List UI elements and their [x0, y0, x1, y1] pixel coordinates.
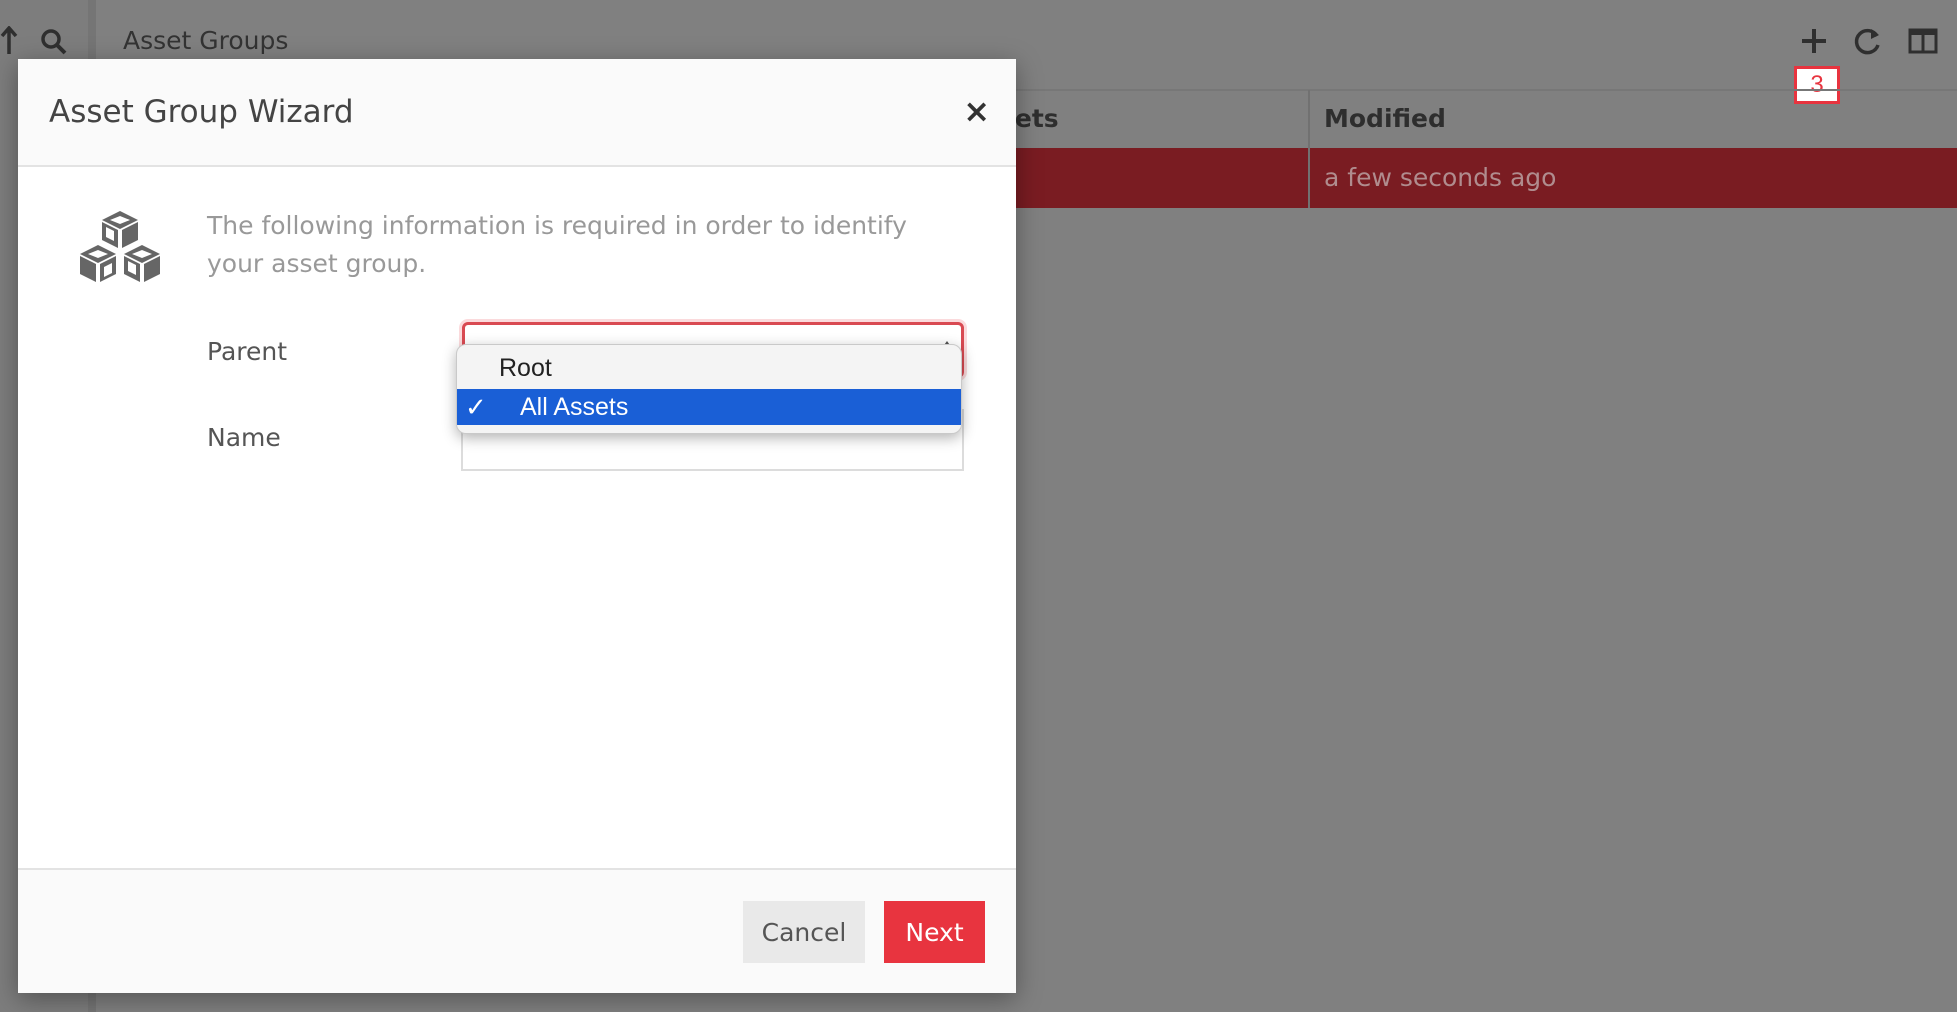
name-label: Name — [207, 423, 281, 452]
close-icon[interactable]: × — [963, 92, 990, 130]
dropdown-option-root[interactable]: Root — [457, 350, 961, 386]
search-icon[interactable] — [40, 28, 68, 56]
plus-icon[interactable] — [1797, 24, 1831, 58]
intro-text: The following information is required in… — [207, 211, 907, 278]
columns-icon[interactable] — [1906, 24, 1940, 58]
checkmark-icon: ✓ — [465, 392, 487, 422]
modal-header: Asset Group Wizard × — [18, 59, 1016, 167]
cubes-icon — [80, 211, 160, 282]
modal-footer: Cancel Next — [18, 868, 1016, 993]
dropdown-option-all-assets[interactable]: ✓ All Assets — [457, 389, 961, 425]
column-header-modified[interactable]: Modified — [1324, 104, 1446, 133]
column-separator — [1308, 90, 1310, 208]
asset-group-wizard-dialog: Asset Group Wizard × The following infor… — [18, 59, 1016, 993]
modal-title: Asset Group Wizard — [49, 94, 354, 130]
cancel-button[interactable]: Cancel — [743, 901, 865, 963]
upload-icon[interactable] — [0, 26, 18, 56]
page-title: Asset Groups — [123, 26, 289, 55]
dropdown-option-label: All Assets — [520, 393, 629, 421]
next-button[interactable]: Next — [884, 901, 985, 963]
parent-dropdown-list: Root ✓ All Assets — [456, 344, 962, 434]
refresh-icon[interactable] — [1851, 24, 1885, 58]
step-badge: 3 — [1794, 66, 1840, 104]
row-modified-cell: a few seconds ago — [1324, 163, 1557, 192]
parent-label: Parent — [207, 337, 288, 366]
